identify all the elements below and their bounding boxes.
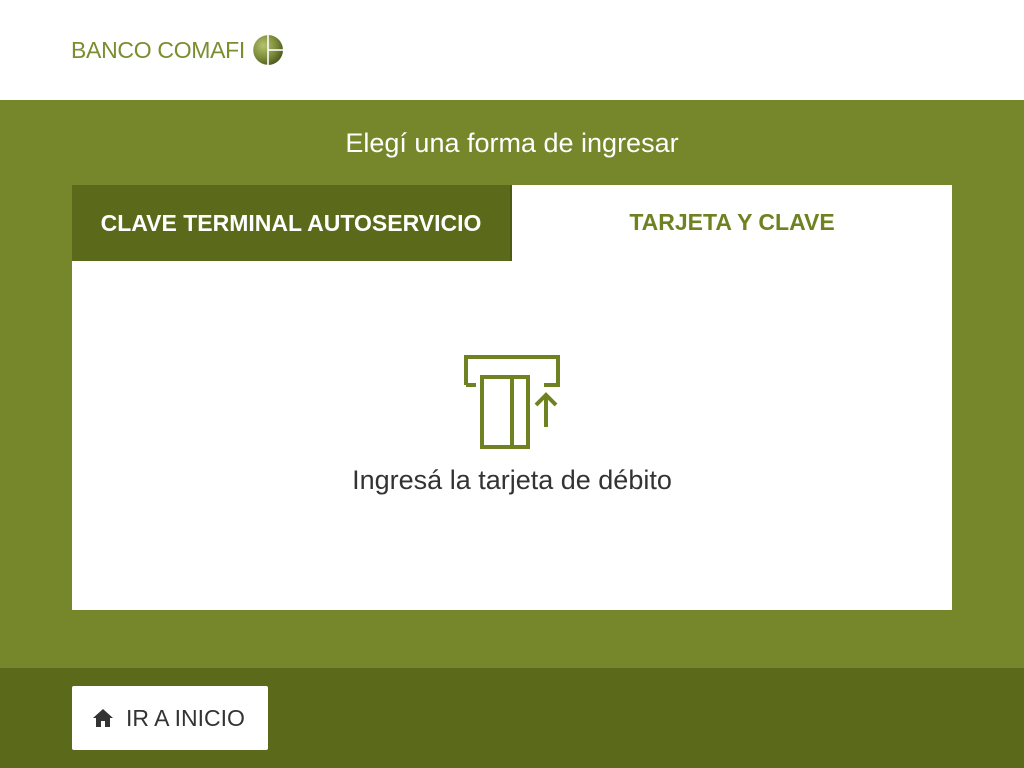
globe-icon (252, 34, 284, 66)
home-button-label: IR A INICIO (126, 704, 245, 731)
home-button[interactable]: IR A INICIO (72, 686, 268, 750)
logo-text: BANCO COMAFI (71, 37, 246, 63)
bank-logo: BANCO COMAFI (71, 32, 284, 68)
tab-tarjeta-y-clave[interactable]: TARJETA Y CLAVE (512, 185, 952, 260)
tab-clave-terminal[interactable]: CLAVE TERMINAL AUTOSERVICIO (72, 185, 512, 261)
home-icon (93, 709, 113, 727)
instruction-text: Ingresá la tarjeta de débito (352, 465, 672, 495)
page-title: Elegí una forma de ingresar (345, 128, 679, 158)
header: BANCO COMAFI (0, 0, 1024, 100)
tab-label: CLAVE TERMINAL AUTOSERVICIO (100, 209, 482, 236)
main-area: Elegí una forma de ingresar CLAVE TERMIN… (0, 100, 1024, 668)
login-panel: CLAVE TERMINAL AUTOSERVICIO TARJETA Y CL… (72, 185, 952, 610)
footer: IR A INICIO (0, 668, 1024, 768)
tab-label: TARJETA Y CLAVE (629, 209, 835, 235)
card-insert-icon (464, 355, 560, 449)
